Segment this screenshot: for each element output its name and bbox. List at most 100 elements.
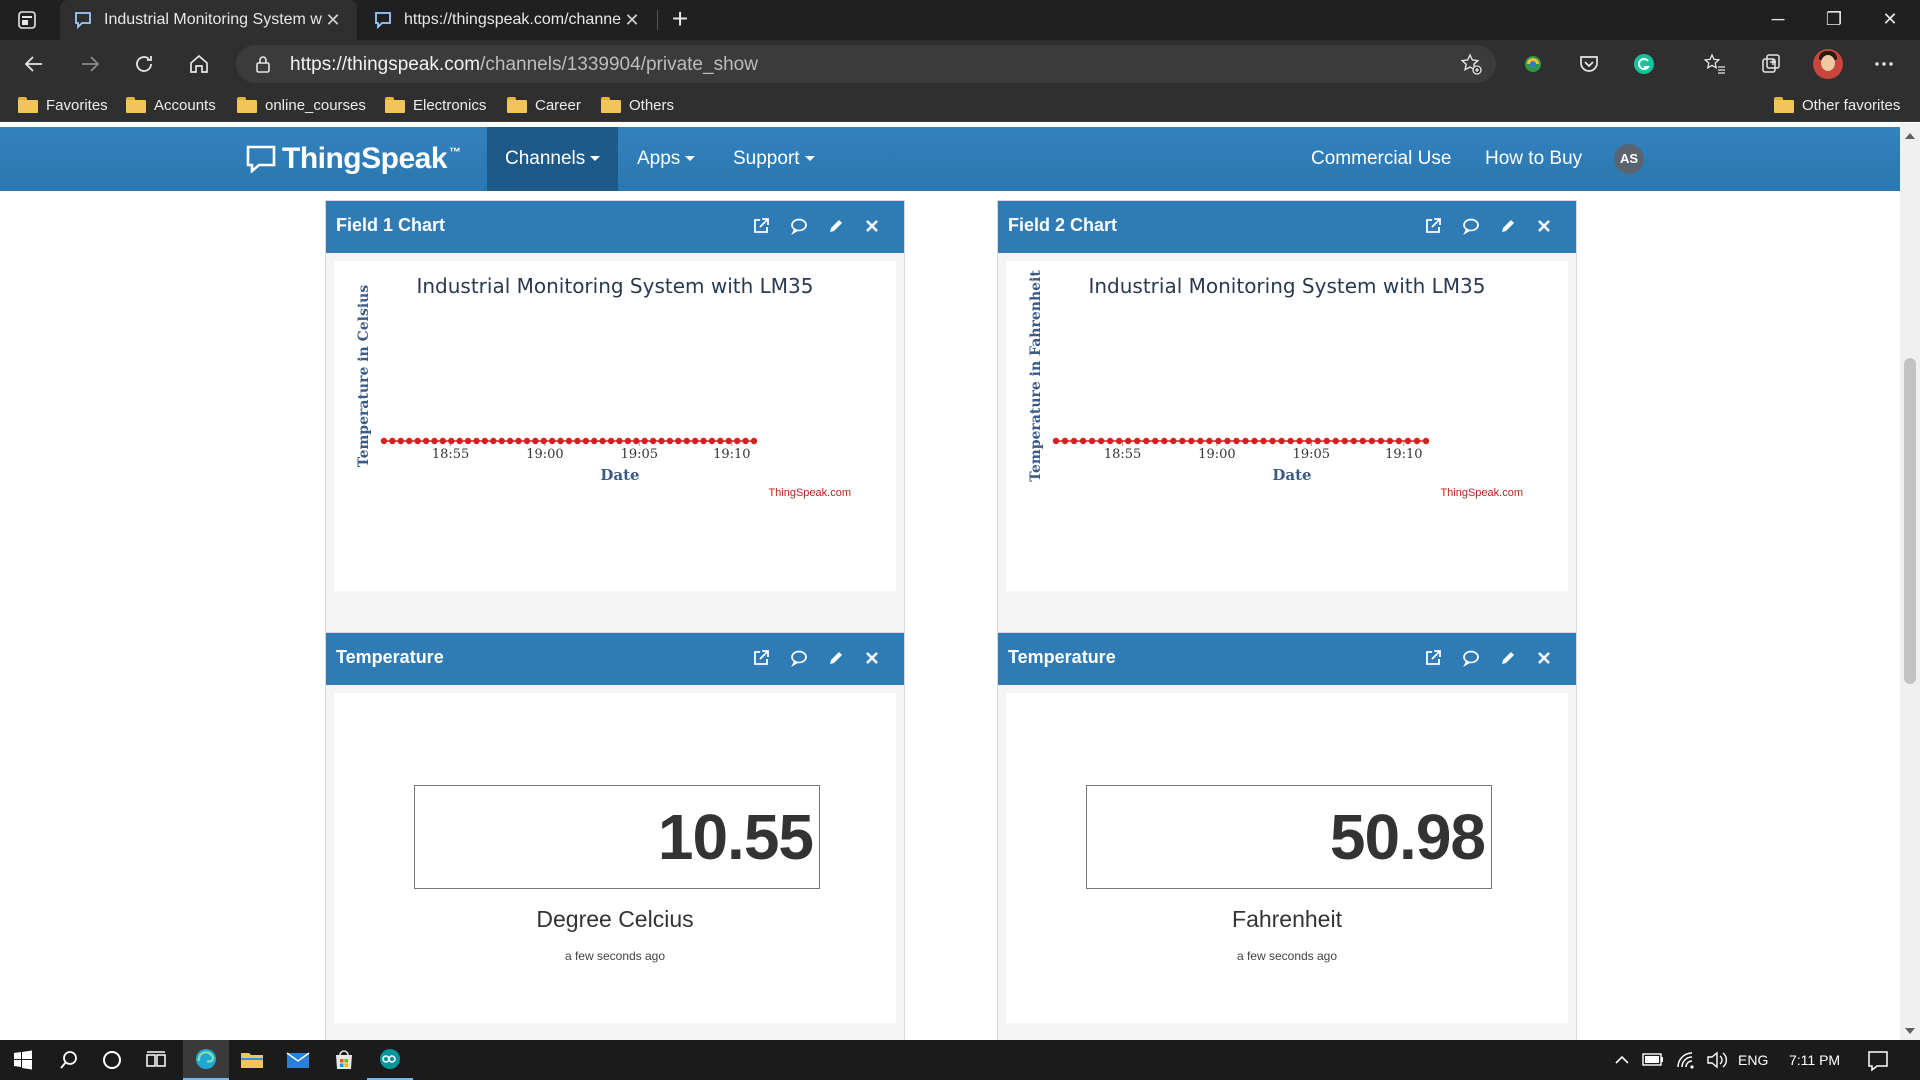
data-point — [1115, 437, 1123, 445]
open-external-icon[interactable] — [1422, 215, 1444, 237]
electronics-folder[interactable]: Electronics — [385, 94, 486, 116]
thingspeak-logo[interactable]: ThingSpeak ™ — [246, 141, 461, 177]
comment-icon[interactable] — [1460, 215, 1482, 237]
close-widget-icon[interactable] — [861, 215, 883, 237]
others-folder[interactable]: Others — [601, 94, 674, 116]
data-point — [506, 437, 514, 445]
data-point — [733, 437, 741, 445]
data-point — [1296, 437, 1303, 445]
scrollbar-thumb[interactable] — [1904, 358, 1916, 684]
online-courses-folder[interactable]: online_courses — [237, 94, 366, 116]
edit-pencil-icon[interactable] — [825, 215, 847, 237]
comment-icon[interactable] — [788, 215, 810, 237]
file-explorer-icon[interactable] — [229, 1040, 275, 1080]
back-icon[interactable] — [18, 48, 50, 80]
numeric-display: 50.98 Fahrenheit a few seconds ago — [1006, 693, 1568, 1023]
x-tick-label: 19:00 — [1198, 447, 1235, 462]
add-favorite-icon[interactable] — [1460, 53, 1482, 75]
close-widget-icon[interactable] — [1533, 215, 1555, 237]
data-point — [1215, 437, 1222, 445]
refresh-icon[interactable] — [128, 48, 160, 80]
edge-taskbar-icon[interactable] — [183, 1040, 229, 1080]
edit-pencil-icon[interactable] — [1497, 215, 1519, 237]
cortana-icon[interactable] — [89, 1040, 135, 1080]
collections-icon[interactable] — [1758, 51, 1784, 77]
accounts-folder[interactable]: Accounts — [126, 94, 216, 116]
other-favorites-folder[interactable]: Other favorites — [1774, 94, 1900, 116]
close-window-icon[interactable]: ✕ — [1862, 0, 1918, 40]
data-point — [1052, 437, 1060, 445]
show-hidden-icons[interactable] — [1614, 1040, 1630, 1080]
data-point — [750, 437, 758, 445]
updated-time: a few seconds ago — [1236, 949, 1338, 963]
data-point — [1260, 437, 1267, 445]
data-point — [406, 437, 413, 445]
arduino-icon[interactable] — [367, 1040, 413, 1080]
volume-icon[interactable] — [1706, 1040, 1728, 1080]
edit-pencil-icon[interactable] — [1497, 647, 1519, 669]
data-point — [1251, 437, 1258, 445]
close-widget-icon[interactable] — [1533, 647, 1555, 669]
nav-channels[interactable]: Channels — [487, 127, 619, 191]
wifi-icon[interactable] — [1676, 1040, 1698, 1080]
data-point — [1124, 437, 1132, 445]
folder-icon — [126, 97, 146, 113]
favorites-folder[interactable]: Favorites — [18, 94, 108, 116]
temperature-celsius-widget: Temperature 10.55 Degree Celcius a few s… — [325, 632, 905, 1040]
data-point — [548, 437, 556, 445]
home-icon[interactable] — [183, 48, 215, 80]
task-view-icon[interactable] — [133, 1040, 179, 1080]
data-point — [1233, 437, 1240, 445]
nav-support[interactable]: Support — [715, 127, 833, 191]
favorites-icon[interactable] — [1702, 51, 1728, 77]
profile-avatar[interactable] — [1813, 49, 1843, 79]
comment-icon[interactable] — [1460, 647, 1482, 669]
notifications-icon[interactable] — [1866, 1040, 1890, 1080]
grammarly-icon[interactable] — [1631, 51, 1657, 77]
user-avatar[interactable]: AS — [1614, 144, 1644, 174]
browser-tab-inactive[interactable]: https://thingspeak.com/channels ✕ — [360, 0, 656, 40]
open-external-icon[interactable] — [750, 215, 772, 237]
y-axis-label: Temperature in Fahrenheit — [1028, 270, 1044, 482]
close-tab-icon[interactable]: ✕ — [323, 10, 343, 31]
pocket-icon[interactable] — [1576, 51, 1602, 77]
search-icon[interactable] — [46, 1040, 92, 1080]
lock-icon[interactable] — [254, 55, 272, 73]
battery-icon[interactable] — [1642, 1040, 1664, 1080]
tab-actions-icon[interactable] — [16, 9, 38, 31]
data-point — [414, 437, 421, 445]
extension-icon[interactable] — [1520, 51, 1546, 77]
store-icon[interactable] — [321, 1040, 367, 1080]
edit-pencil-icon[interactable] — [825, 647, 847, 669]
close-tab-icon[interactable]: ✕ — [622, 10, 642, 31]
open-external-icon[interactable] — [1422, 647, 1444, 669]
browser-tab-active[interactable]: Industrial Monitoring System wit ✕ — [60, 0, 357, 40]
nav-how-to-buy[interactable]: How to Buy — [1467, 127, 1600, 191]
scroll-down-icon[interactable] — [1905, 1028, 1915, 1034]
data-point — [658, 437, 665, 445]
scroll-up-icon[interactable] — [1905, 133, 1915, 139]
language-indicator[interactable]: ENG — [1738, 1040, 1768, 1080]
data-point — [624, 437, 632, 445]
windows-start-icon[interactable] — [0, 1040, 46, 1080]
data-point — [700, 437, 707, 445]
open-external-icon[interactable] — [750, 647, 772, 669]
page-content: ThingSpeak ™ Channels Apps Support Commer… — [0, 123, 1900, 1040]
new-tab-icon[interactable]: + — [664, 4, 696, 36]
settings-more-icon[interactable] — [1871, 51, 1897, 77]
close-widget-icon[interactable] — [861, 647, 883, 669]
nav-apps[interactable]: Apps — [619, 127, 713, 191]
nav-commercial-use[interactable]: Commercial Use — [1293, 127, 1469, 191]
address-bar[interactable]: https://thingspeak.com/channels/1339904/… — [236, 45, 1496, 83]
data-point — [582, 437, 590, 445]
data-point — [515, 437, 522, 445]
comment-icon[interactable] — [788, 647, 810, 669]
career-folder[interactable]: Career — [507, 94, 581, 116]
clock[interactable]: 7:11 PM — [1789, 1040, 1840, 1080]
data-point — [1332, 437, 1339, 445]
mail-icon[interactable] — [275, 1040, 321, 1080]
field2-chart-svg: Industrial Monitoring System with LM35 Te… — [1028, 270, 1523, 499]
restore-icon[interactable]: ❐ — [1806, 0, 1862, 40]
minimize-icon[interactable]: ─ — [1750, 0, 1806, 40]
forward-icon[interactable] — [74, 48, 106, 80]
